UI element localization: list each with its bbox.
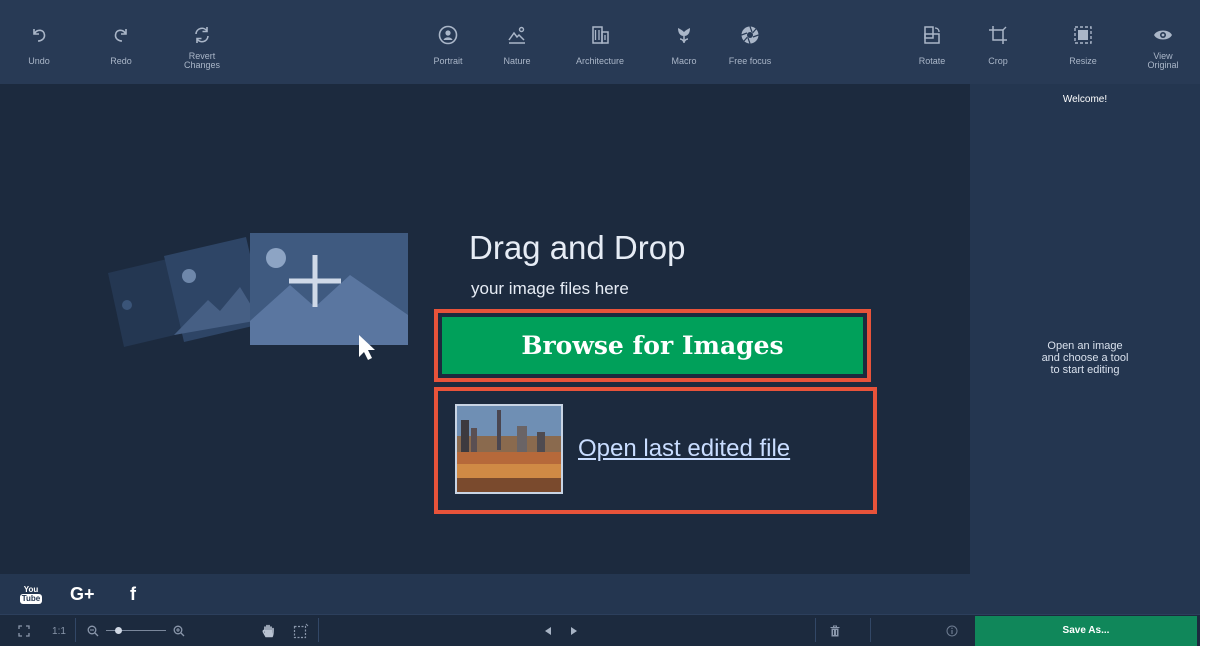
trash-icon (830, 625, 840, 637)
zoom-slider[interactable] (106, 615, 166, 647)
free-focus-button[interactable]: Free focus (715, 0, 785, 84)
statusbar-divider (815, 618, 816, 642)
portrait-icon (437, 24, 459, 46)
previous-image-button[interactable] (540, 615, 556, 647)
eye-icon (1152, 24, 1174, 46)
drag-drop-subtitle: your image files here (471, 279, 629, 298)
next-image-button[interactable] (566, 615, 582, 647)
resize-icon (1072, 24, 1094, 46)
macro-button[interactable]: Macro (662, 0, 706, 84)
drag-drop-title: Drag and Drop (469, 229, 686, 266)
statusbar-divider (870, 618, 871, 642)
redo-label: Redo (110, 56, 132, 66)
fit-to-screen-button[interactable] (14, 615, 34, 647)
nature-button[interactable]: Nature (495, 0, 539, 84)
statusbar-divider (75, 618, 76, 642)
app-window: Undo Redo Revert Changes Portrait Nature … (0, 0, 1200, 646)
pan-tool-button[interactable] (258, 615, 278, 647)
resize-button[interactable]: Resize (1060, 0, 1106, 84)
revert-changes-button[interactable]: Revert Changes (172, 0, 232, 84)
revert-icon (191, 24, 213, 46)
open-last-edited-file-link[interactable]: Open last edited file (578, 435, 790, 463)
undo-button[interactable]: Undo (14, 0, 64, 84)
rotate-icon (921, 24, 943, 46)
crop-button[interactable]: Crop (978, 0, 1018, 84)
architecture-icon (589, 24, 611, 46)
portrait-label: Portrait (433, 56, 463, 66)
zoom-out-icon (87, 625, 99, 637)
undo-icon (28, 24, 50, 46)
hand-icon (262, 624, 274, 638)
redo-button[interactable]: Redo (96, 0, 146, 84)
actual-size-button[interactable]: 1:1 (46, 615, 72, 647)
google-plus-link[interactable]: G+ (70, 574, 106, 614)
rotate-label: Rotate (918, 56, 946, 66)
undo-label: Undo (28, 56, 50, 66)
redo-icon (110, 24, 132, 46)
macro-label: Macro (671, 56, 697, 66)
zoom-in-button[interactable] (170, 615, 188, 647)
fit-screen-icon (18, 625, 30, 637)
crop-label: Crop (988, 56, 1008, 66)
rotate-button[interactable]: Rotate (909, 0, 955, 84)
architecture-button[interactable]: Architecture (565, 0, 635, 84)
architecture-label: Architecture (575, 56, 625, 66)
nature-icon (506, 24, 528, 46)
info-icon (946, 625, 958, 637)
toolbar: Undo Redo Revert Changes Portrait Nature … (0, 0, 1200, 84)
delete-button[interactable] (826, 615, 844, 647)
selection-tool-button[interactable] (290, 615, 312, 647)
nature-label: Nature (503, 56, 531, 66)
add-images-illustration (108, 233, 408, 360)
photo-placeholder-front (250, 233, 408, 345)
zoom-out-button[interactable] (84, 615, 102, 647)
zoom-in-icon (173, 625, 185, 637)
panel-hint-text: Open an image and choose a tool to start… (1041, 340, 1129, 376)
view-original-label: View Original (1147, 51, 1179, 70)
statusbar-divider (318, 618, 319, 642)
welcome-heading: Welcome! (1062, 94, 1108, 105)
social-bar: You Tube G+ f (0, 574, 970, 614)
resize-label: Resize (1069, 56, 1097, 66)
crop-icon (987, 24, 1009, 46)
zoom-slider-knob[interactable] (114, 627, 122, 634)
youtube-icon: You Tube (20, 584, 42, 604)
browse-for-images-button[interactable]: Browse for Images (442, 317, 863, 374)
aperture-icon (739, 24, 761, 46)
free-focus-label: Free focus (728, 56, 772, 66)
arrow-left-icon (545, 627, 551, 635)
save-as-button[interactable]: Save As... (975, 616, 1197, 646)
right-panel: Welcome! Open an image and choose a tool… (970, 84, 1200, 614)
last-file-thumbnail[interactable] (455, 404, 563, 494)
view-original-button[interactable]: View Original (1138, 0, 1188, 84)
revert-label: Revert Changes (183, 51, 221, 70)
portrait-button[interactable]: Portrait (426, 0, 470, 84)
youtube-link[interactable]: You Tube (20, 574, 48, 614)
facebook-link[interactable]: f (130, 574, 150, 614)
arrow-right-icon (571, 627, 577, 635)
macro-flower-icon (673, 24, 695, 46)
selection-icon (293, 623, 309, 639)
info-button[interactable] (942, 615, 962, 647)
